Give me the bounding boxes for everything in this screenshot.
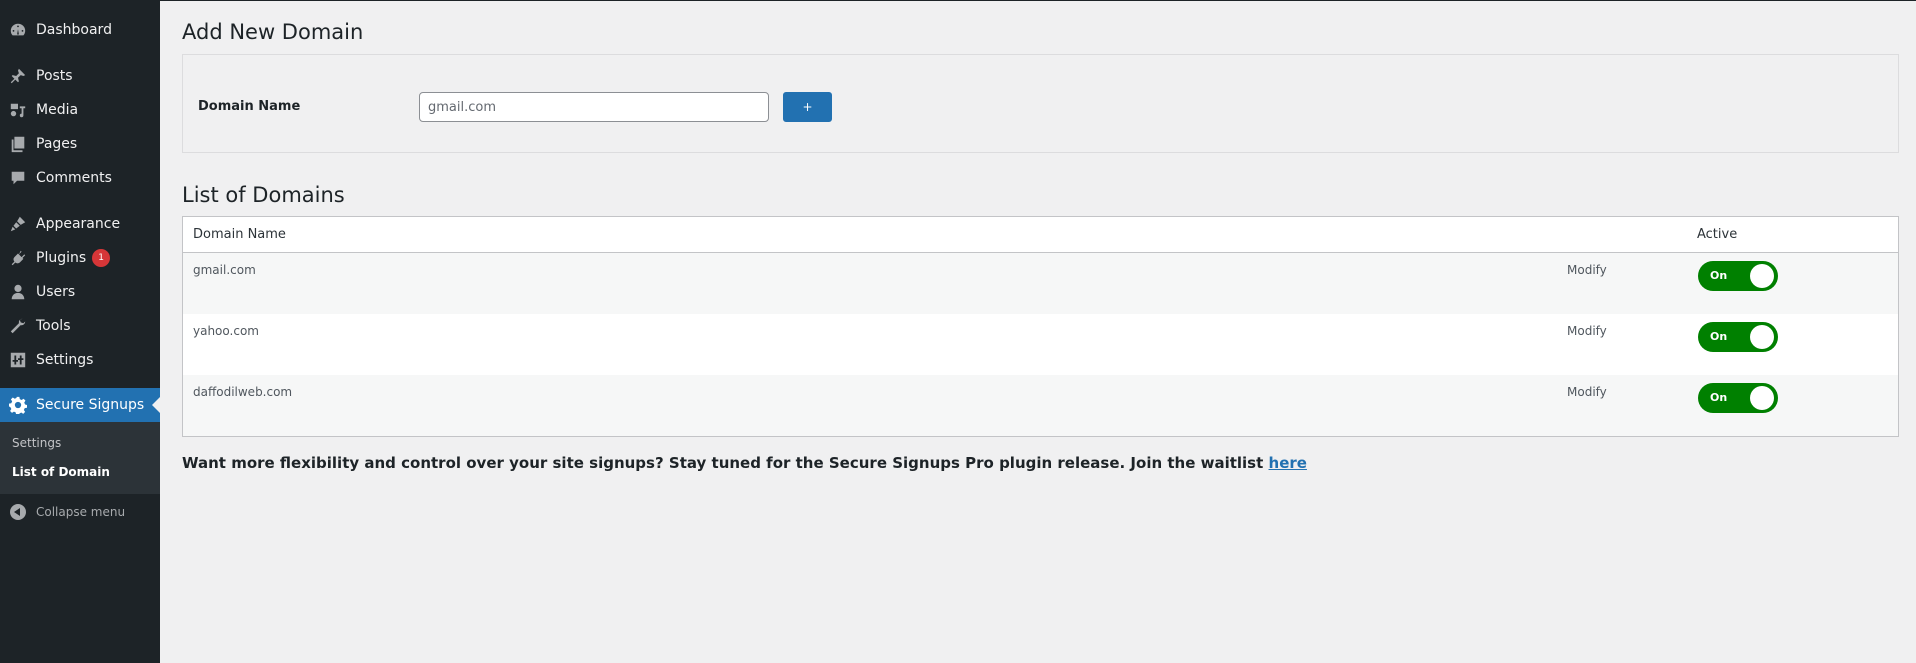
active-toggle[interactable]: On	[1698, 261, 1778, 291]
secure-signups-submenu: Settings List of Domain	[0, 422, 160, 494]
pages-icon	[8, 134, 28, 154]
collapse-menu-label: Collapse menu	[36, 505, 126, 519]
toggle-knob	[1750, 325, 1774, 349]
domain-cell: yahoo.com	[193, 324, 259, 338]
gear-icon	[8, 395, 28, 415]
admin-sidebar: Dashboard Posts Media Pages Comments App…	[0, 0, 160, 663]
paintbrush-icon	[8, 214, 28, 234]
comment-icon	[8, 168, 28, 188]
active-toggle[interactable]: On	[1698, 322, 1778, 352]
sidebar-item-label: Secure Signups	[36, 397, 145, 413]
user-icon	[8, 282, 28, 302]
sidebar-item-label: Posts	[36, 68, 73, 84]
column-header-domain-name: Domain Name	[193, 227, 286, 242]
update-count-badge: 1	[92, 249, 111, 267]
sidebar-item-users[interactable]: Users	[0, 275, 160, 309]
toggle-label: On	[1710, 391, 1728, 404]
add-domain-heading: Add New Domain	[182, 20, 364, 44]
sidebar-item-label: Settings	[36, 352, 94, 368]
promo-text: Want more flexibility and control over y…	[182, 454, 1269, 472]
sidebar-item-label: Plugins	[36, 250, 87, 266]
sidebar-item-label: Tools	[36, 318, 71, 334]
sidebar-item-label: Pages	[36, 136, 78, 152]
modify-link[interactable]: Modify	[1567, 263, 1607, 277]
modify-link[interactable]: Modify	[1567, 324, 1607, 338]
toggle-knob	[1750, 264, 1774, 288]
active-toggle[interactable]: On	[1698, 383, 1778, 413]
table-header: Domain Name Active	[183, 217, 1898, 253]
domain-cell: gmail.com	[193, 263, 256, 277]
sidebar-item-label: Appearance	[36, 216, 121, 232]
toggle-knob	[1750, 386, 1774, 410]
collapse-arrow-icon	[10, 504, 26, 520]
top-border	[0, 0, 1916, 1]
sidebar-item-comments[interactable]: Comments	[0, 161, 160, 195]
table-row: daffodilweb.com Modify On	[183, 375, 1898, 436]
sidebar-item-label: Comments	[36, 170, 112, 186]
dashboard-icon	[8, 20, 28, 40]
sidebar-item-plugins[interactable]: Plugins 1	[0, 241, 160, 275]
sidebar-item-label: Dashboard	[36, 22, 112, 38]
toggle-label: On	[1710, 269, 1728, 282]
sidebar-item-pages[interactable]: Pages	[0, 127, 160, 161]
domain-cell: daffodilweb.com	[193, 385, 293, 399]
submenu-item-settings[interactable]: Settings	[12, 436, 61, 450]
submenu-item-list-of-domain[interactable]: List of Domain	[12, 465, 110, 479]
settings-sliders-icon	[8, 350, 28, 370]
wrench-icon	[8, 316, 28, 336]
waitlist-link[interactable]: here	[1269, 454, 1307, 472]
sidebar-item-settings[interactable]: Settings	[0, 343, 160, 377]
add-domain-button[interactable]: +	[783, 92, 832, 122]
sidebar-item-tools[interactable]: Tools	[0, 309, 160, 343]
sidebar-item-label: Users	[36, 284, 76, 300]
pushpin-icon	[8, 66, 28, 86]
domain-name-label: Domain Name	[198, 99, 301, 114]
media-icon	[8, 100, 28, 120]
column-header-active: Active	[1697, 227, 1738, 242]
pro-waitlist-notice: Want more flexibility and control over y…	[182, 454, 1307, 472]
domains-table: Domain Name Active gmail.com Modify On y…	[182, 216, 1899, 437]
plugin-icon	[8, 248, 28, 268]
sidebar-item-media[interactable]: Media	[0, 93, 160, 127]
sidebar-item-label: Media	[36, 102, 79, 118]
domain-name-input[interactable]	[419, 92, 769, 122]
table-row: yahoo.com Modify On	[183, 314, 1898, 375]
sidebar-item-posts[interactable]: Posts	[0, 59, 160, 93]
modify-link[interactable]: Modify	[1567, 385, 1607, 399]
list-domains-heading: List of Domains	[182, 183, 345, 207]
sidebar-item-dashboard[interactable]: Dashboard	[0, 13, 160, 47]
toggle-label: On	[1710, 330, 1728, 343]
table-row: gmail.com Modify On	[183, 253, 1898, 314]
collapse-menu-button[interactable]: Collapse menu	[0, 500, 160, 524]
sidebar-item-appearance[interactable]: Appearance	[0, 207, 160, 241]
sidebar-item-secure-signups[interactable]: Secure Signups	[0, 388, 160, 422]
